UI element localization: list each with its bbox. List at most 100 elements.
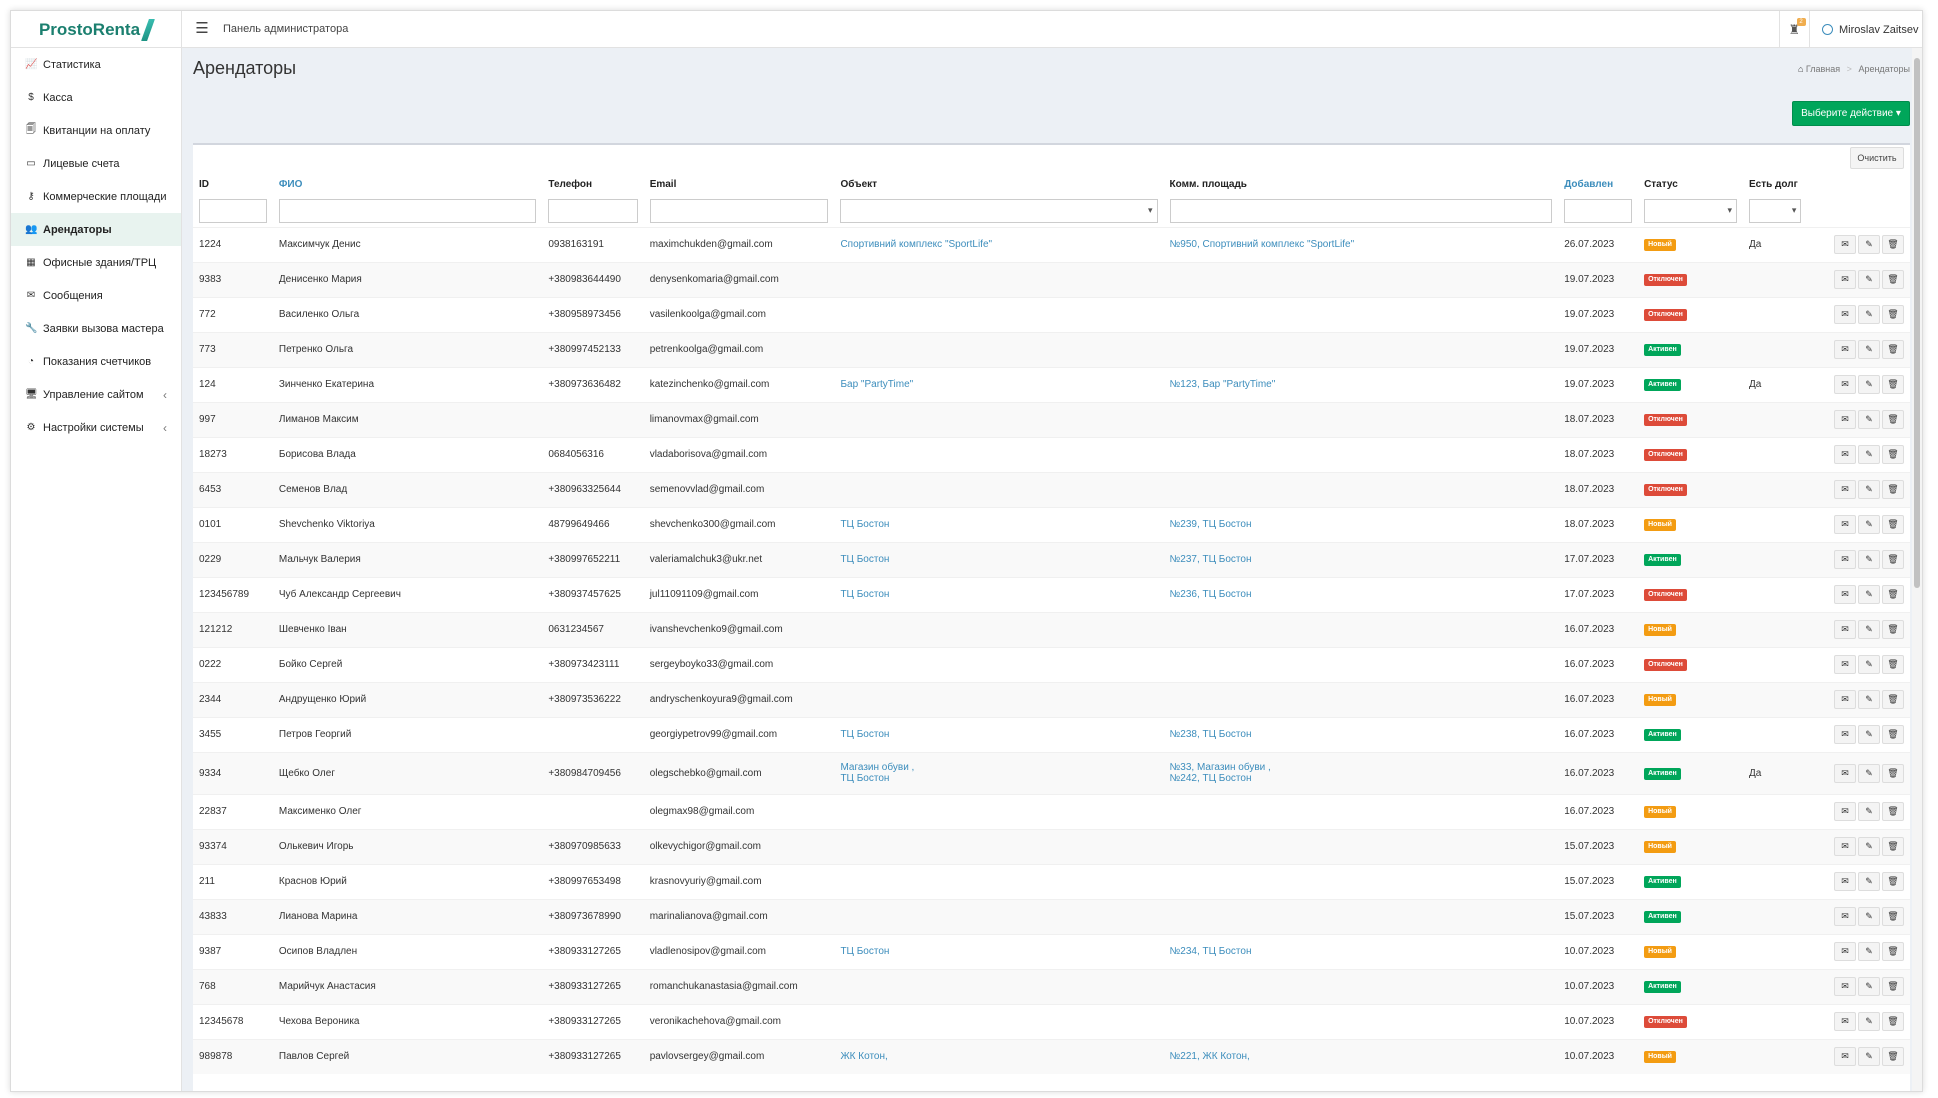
table-row[interactable]: 123456789 Чуб Александр Сергеевич +3809374… [193, 576, 1910, 612]
object-link[interactable]: ЖК Котон, [840, 1051, 887, 1062]
area-link[interactable]: №238, ТЦ Бостон [1170, 729, 1252, 740]
edit-button[interactable]: ✎ [1858, 375, 1880, 394]
send-message-button[interactable]: ✉ [1834, 585, 1856, 604]
sidebar-item-10[interactable]: 🖥 Управление сайтом ‹ [11, 378, 181, 411]
delete-button[interactable]: 🗑 [1882, 305, 1904, 324]
send-message-button[interactable]: ✉ [1834, 942, 1856, 961]
table-row[interactable]: 2344 Андрущенко Юрий +380973536222 andrysch… [193, 681, 1910, 717]
table-row[interactable]: 768 Марийчук Анастасия +380933127265 romanc… [193, 968, 1910, 1004]
delete-button[interactable]: 🗑 [1882, 515, 1904, 534]
filter-area-input[interactable] [1169, 198, 1553, 223]
table-row[interactable]: 211 Краснов Юрий +380997653498 krasnovyuriy… [193, 863, 1910, 899]
object-link[interactable]: ТЦ Бостон [840, 554, 889, 565]
edit-button[interactable]: ✎ [1858, 907, 1880, 926]
delete-button[interactable]: 🗑 [1882, 375, 1904, 394]
delete-button[interactable]: 🗑 [1882, 763, 1904, 783]
table-row[interactable]: 9334 Щебко Олег +380984709456 olegschebko@g… [193, 751, 1910, 794]
col-object[interactable]: Объект [834, 173, 1163, 195]
table-row[interactable]: 12345678 Чехова Вероника +380933127265 vero… [193, 1003, 1910, 1039]
filter-status-select[interactable] [1644, 198, 1737, 223]
sidebar-item-1[interactable]: $ Касса [11, 81, 181, 114]
send-message-button[interactable]: ✉ [1834, 690, 1856, 709]
filter-id-input[interactable] [199, 198, 267, 223]
delete-button[interactable]: 🗑 [1882, 620, 1904, 639]
edit-button[interactable]: ✎ [1858, 340, 1880, 359]
edit-button[interactable]: ✎ [1858, 305, 1880, 324]
clear-filters-button[interactable]: Очистить [1850, 147, 1904, 169]
send-message-button[interactable]: ✉ [1834, 907, 1856, 926]
send-message-button[interactable]: ✉ [1834, 375, 1856, 394]
logo[interactable]: ProstoRenta [11, 11, 182, 48]
send-message-button[interactable]: ✉ [1834, 340, 1856, 359]
filter-email-input[interactable] [649, 198, 829, 223]
send-message-button[interactable]: ✉ [1834, 1047, 1856, 1067]
send-message-button[interactable]: ✉ [1834, 515, 1856, 534]
edit-button[interactable]: ✎ [1858, 725, 1880, 744]
edit-button[interactable]: ✎ [1858, 410, 1880, 429]
table-row[interactable]: 989878 Павлов Сергей +380933127265 pavlovse… [193, 1038, 1910, 1074]
breadcrumb-home[interactable]: Главная [1806, 64, 1840, 74]
sidebar-item-7[interactable]: ✉ Сообщения [11, 279, 181, 312]
edit-button[interactable]: ✎ [1858, 655, 1880, 674]
edit-button[interactable]: ✎ [1858, 872, 1880, 891]
object-link[interactable]: ТЦ Бостон [840, 729, 889, 740]
area-link[interactable]: №239, ТЦ Бостон [1170, 519, 1252, 530]
edit-button[interactable]: ✎ [1858, 515, 1880, 534]
edit-button[interactable]: ✎ [1858, 445, 1880, 464]
send-message-button[interactable]: ✉ [1834, 270, 1856, 289]
object-link[interactable]: ТЦ Бостон [840, 946, 889, 957]
object-link[interactable]: ТЦ Бостон [840, 519, 889, 530]
col-fio[interactable]: ФИО [273, 173, 542, 195]
delete-button[interactable]: 🗑 [1882, 690, 1904, 709]
filter-object-select[interactable] [840, 198, 1158, 223]
delete-button[interactable]: 🗑 [1882, 837, 1904, 856]
edit-button[interactable]: ✎ [1858, 585, 1880, 604]
col-added[interactable]: Добавлен [1558, 173, 1638, 195]
menu-toggle-icon[interactable]: ☰ [194, 21, 210, 37]
edit-button[interactable]: ✎ [1858, 480, 1880, 499]
delete-button[interactable]: 🗑 [1882, 725, 1904, 744]
delete-button[interactable]: 🗑 [1882, 1047, 1904, 1067]
filter-fio-input[interactable] [278, 198, 537, 223]
edit-button[interactable]: ✎ [1858, 270, 1880, 289]
send-message-button[interactable]: ✉ [1834, 977, 1856, 996]
area-link[interactable]: №33, Магазин обуви , [1170, 762, 1271, 773]
send-message-button[interactable]: ✉ [1834, 305, 1856, 324]
table-row[interactable]: 121212 Шевченко Іван 0631234567 ivanshevche… [193, 611, 1910, 647]
table-row[interactable]: 43833 Лианова Марина +380973678990 marinali… [193, 898, 1910, 934]
area-link[interactable]: №234, ТЦ Бостон [1170, 946, 1252, 957]
table-row[interactable]: 772 Василенко Ольга +380958973456 vasilenko… [193, 296, 1910, 332]
table-row[interactable]: 773 Петренко Ольга +380997452133 petrenkool… [193, 331, 1910, 367]
delete-button[interactable]: 🗑 [1882, 550, 1904, 569]
notifications-button[interactable]: ♜ 2 [1779, 11, 1809, 48]
edit-button[interactable]: ✎ [1858, 690, 1880, 709]
delete-button[interactable]: 🗑 [1882, 872, 1904, 891]
send-message-button[interactable]: ✉ [1834, 550, 1856, 569]
table-row[interactable]: 997 Лиманов Максим limanovmax@gmail.com 18.… [193, 401, 1910, 437]
area-link[interactable]: №236, ТЦ Бостон [1170, 589, 1252, 600]
table-row[interactable]: 18273 Борисова Влада 0684056316 vladaboriso… [193, 436, 1910, 472]
area-link[interactable]: №123, Бар "PartyTime" [1170, 379, 1276, 390]
table-row[interactable]: 3455 Петров Георгий georgiypetrov99@gmail.… [193, 716, 1910, 752]
col-email[interactable]: Email [644, 173, 835, 195]
table-row[interactable]: 1224 Максимчук Денис 0938163191 maximchukde… [193, 226, 1910, 262]
sidebar-item-8[interactable]: 🔧 Заявки вызова мастера [11, 312, 181, 345]
col-phone[interactable]: Телефон [542, 173, 643, 195]
table-row[interactable]: 124 Зинченко Екатерина +380973636482 katezi… [193, 366, 1910, 402]
edit-button[interactable]: ✎ [1858, 802, 1880, 821]
edit-button[interactable]: ✎ [1858, 1012, 1880, 1031]
send-message-button[interactable]: ✉ [1834, 872, 1856, 891]
page-scrollbar[interactable] [1912, 48, 1922, 1091]
send-message-button[interactable]: ✉ [1834, 480, 1856, 499]
edit-button[interactable]: ✎ [1858, 977, 1880, 996]
edit-button[interactable]: ✎ [1858, 550, 1880, 569]
sidebar-item-0[interactable]: 📈 Статистика [11, 48, 181, 81]
sidebar-item-4[interactable]: ⚷ Коммерческие площади [11, 180, 181, 213]
send-message-button[interactable]: ✉ [1834, 655, 1856, 674]
area-link[interactable]: №221, ЖК Котон, [1170, 1051, 1250, 1062]
send-message-button[interactable]: ✉ [1834, 802, 1856, 821]
select-action-button[interactable]: Выберите действие ▾ [1792, 101, 1910, 126]
area-link[interactable]: №237, ТЦ Бостон [1170, 554, 1252, 565]
table-row[interactable]: 9387 Осипов Владлен +380933127265 vladlenos… [193, 933, 1910, 969]
user-menu[interactable]: Miroslav Zaitsev [1809, 11, 1922, 48]
